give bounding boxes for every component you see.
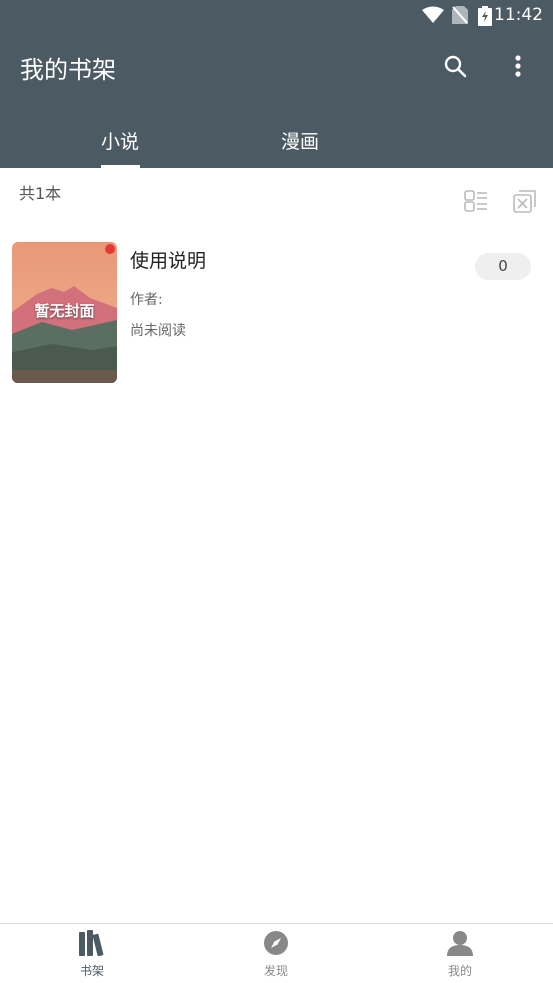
list-layout-icon — [464, 190, 487, 212]
status-time: 11:42 — [494, 5, 543, 25]
nav-mine[interactable]: 我的 — [420, 930, 500, 979]
status-bar: 11:42 — [0, 0, 553, 32]
bookshelf-screen: 11:42 我的书架 小说 漫画 共1本 暂无封面 使用说明 作者: 尚未阅读 … — [0, 0, 553, 983]
update-dot — [105, 244, 115, 254]
compass-icon — [264, 931, 288, 955]
book-title: 使用说明 — [130, 250, 207, 272]
bottom-nav: 书架 发现 我的 — [0, 923, 553, 983]
bookshelf-icon — [79, 930, 104, 957]
book-count: 共1本 — [19, 184, 62, 203]
wifi-icon — [422, 6, 444, 28]
nav-discover-label: 发现 — [263, 964, 288, 978]
nav-bookshelf[interactable]: 书架 — [52, 930, 132, 979]
app-bar: 11:42 我的书架 小说 漫画 — [0, 0, 553, 168]
nav-mine-label: 我的 — [447, 964, 472, 978]
batch-manage-icon — [513, 190, 536, 213]
nav-discover[interactable]: 发现 — [236, 930, 316, 979]
batch-manage-button[interactable] — [512, 188, 538, 214]
page-title: 我的书架 — [20, 56, 116, 84]
list-layout-button[interactable] — [463, 188, 489, 214]
battery-charging-icon — [478, 6, 492, 30]
search-icon — [444, 55, 467, 78]
more-options-button[interactable] — [502, 50, 534, 82]
book-author: 作者: — [130, 292, 163, 308]
toolbar: 我的书架 — [0, 40, 553, 92]
tab-comic[interactable]: 漫画 — [260, 127, 340, 154]
nav-bookshelf-label: 书架 — [79, 964, 104, 978]
book-cover: 暂无封面 — [12, 242, 117, 383]
no-sim-icon — [452, 6, 468, 28]
search-button[interactable] — [439, 50, 471, 82]
tab-bar: 小说 漫画 — [0, 115, 553, 168]
book-item[interactable]: 暂无封面 使用说明 作者: 尚未阅读 0 — [0, 242, 553, 387]
book-progress: 尚未阅读 — [130, 323, 186, 339]
tab-novel[interactable]: 小说 — [80, 127, 160, 154]
person-icon — [447, 931, 473, 956]
unread-count-badge: 0 — [475, 253, 531, 280]
more-vert-icon — [515, 55, 521, 77]
cover-label: 暂无封面 — [34, 302, 95, 320]
shelf-toolbar: 共1本 — [0, 168, 553, 216]
